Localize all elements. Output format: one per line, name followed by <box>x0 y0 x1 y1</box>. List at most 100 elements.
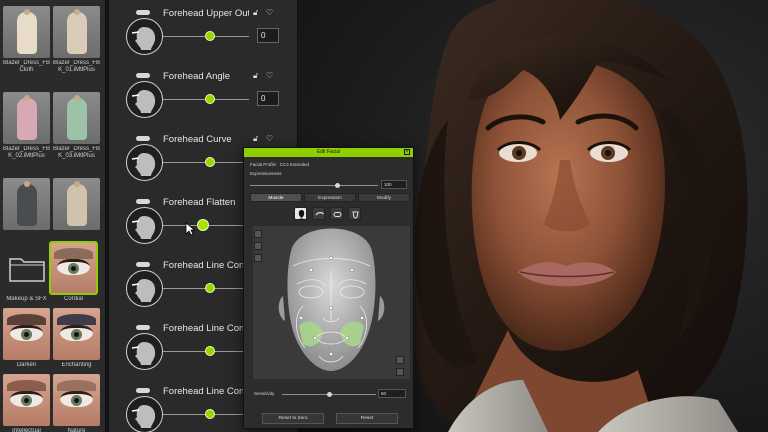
close-button[interactable]: × <box>404 149 410 155</box>
head-profile-icon <box>126 207 163 244</box>
dialog-title: Edit Facial <box>316 149 341 155</box>
library-item[interactable]: Intellectual <box>3 374 50 432</box>
sensitivity-value-input[interactable]: 50 <box>378 389 406 398</box>
expressiveness-slider-knob[interactable] <box>334 183 340 188</box>
library-item[interactable]: Nature <box>53 374 100 432</box>
library-item[interactable]: Cordial <box>49 241 98 303</box>
head-profile-icon <box>126 144 163 181</box>
library-item-label: Nature <box>67 428 86 432</box>
library-item-label: Intellectual <box>12 428 41 432</box>
tab-muscle[interactable]: Muscle <box>250 193 302 202</box>
reset-button[interactable]: Reset <box>336 413 398 424</box>
favorite-heart-icon[interactable]: ♡ <box>266 134 273 143</box>
morph-slider-knob[interactable] <box>197 219 210 231</box>
item-thumbnail <box>53 308 100 360</box>
library-item[interactable]: Blazer_Dress_FB_2 K_02.iMtlPlus <box>3 92 50 160</box>
morph-badge <box>136 136 150 141</box>
dress-preview-icon <box>17 95 37 140</box>
eye-preview-icon <box>57 259 90 275</box>
expressiveness-value-input[interactable]: 100 <box>381 180 407 189</box>
head-mode-button[interactable] <box>294 207 307 220</box>
morph-slider-row: Forehead Upper Oute 🔓︎ ♡ 0 <box>109 4 297 67</box>
lock-icon[interactable]: 🔓︎ <box>253 8 258 18</box>
library-item[interactable]: Blazer_Dress_FB K_03.iMtlPlus <box>53 92 100 160</box>
lock-icon[interactable]: 🔓︎ <box>253 71 258 81</box>
morph-badge <box>136 199 150 204</box>
side-tool-mirror[interactable] <box>254 242 262 250</box>
morph-slider-knob[interactable] <box>205 31 216 41</box>
library-item-label: Darken <box>16 362 37 368</box>
eye-preview-icon <box>10 325 43 341</box>
reset-to-zero-button[interactable]: Reset to Zero <box>262 413 324 424</box>
teeth-mode-button[interactable] <box>330 207 343 220</box>
sensitivity-label: Sensitivity <box>254 391 275 396</box>
side-tool-reset-view[interactable] <box>254 254 262 262</box>
morph-slider-knob[interactable] <box>205 346 216 356</box>
morph-label: Forehead Upper Oute <box>163 8 249 19</box>
morph-label: Forehead Flatten <box>163 197 236 208</box>
morph-slider-knob[interactable] <box>205 409 216 419</box>
library-item-label: Cordial <box>63 296 83 302</box>
favorite-heart-icon[interactable]: ♡ <box>266 8 273 17</box>
library-item[interactable] <box>53 178 100 232</box>
library-item-label: Blazer_Dress_FB_2 K_02.iMtlPlus <box>3 146 50 159</box>
item-thumbnail <box>3 374 50 426</box>
muscle-head-diagram[interactable] <box>253 226 410 379</box>
brow-mode-button[interactable] <box>312 207 325 220</box>
sensitivity-slider-knob[interactable] <box>326 392 332 397</box>
library-item[interactable]: Enchanting <box>53 308 100 369</box>
eye-preview-icon <box>60 391 93 407</box>
item-thumbnail <box>3 308 50 360</box>
morph-badge <box>136 388 150 393</box>
expressiveness-label: Expressiveness <box>250 171 282 176</box>
item-thumbnail <box>53 6 100 58</box>
library-item[interactable] <box>3 178 50 232</box>
morph-label: Forehead Line Conto <box>163 260 249 271</box>
morph-value-input[interactable]: 0 <box>257 91 279 106</box>
library-item[interactable]: Makeup & SFX <box>3 242 50 303</box>
library-item[interactable]: Blazer_Dress_FB.cc Cloth <box>3 6 50 74</box>
library-item[interactable]: Darken <box>3 308 50 369</box>
edit-facial-dialog: Edit Facial × Facial Profile : CC4 Exten… <box>243 147 414 429</box>
morph-badge <box>136 262 150 267</box>
head-profile-icon <box>126 396 163 432</box>
expressiveness-slider[interactable] <box>250 185 378 186</box>
item-thumbnail <box>3 92 50 144</box>
tab-expression[interactable]: Expression <box>304 193 356 202</box>
dialog-titlebar[interactable]: Edit Facial × <box>244 148 413 157</box>
zoom-in-button[interactable] <box>396 356 404 364</box>
brow-icon <box>315 212 324 216</box>
morph-slider-knob[interactable] <box>205 157 216 167</box>
tab-modify[interactable]: Modify <box>358 193 410 202</box>
morph-slider-knob[interactable] <box>205 283 216 293</box>
eyeshadow-preview <box>57 314 96 325</box>
morph-label: Forehead Line Conto <box>163 386 249 397</box>
favorite-heart-icon[interactable]: ♡ <box>266 71 273 80</box>
library-item-label: Makeup & SFX <box>6 296 47 302</box>
head-profile-icon <box>126 270 163 307</box>
zoom-out-button[interactable] <box>396 368 404 376</box>
dress-preview-icon <box>67 95 87 140</box>
dress-preview-icon <box>67 181 87 226</box>
eyeshadow-preview <box>7 380 46 391</box>
head-profile-icon <box>126 333 163 370</box>
head-profile-icon <box>126 81 163 118</box>
item-thumbnail <box>53 374 100 426</box>
morph-badge <box>136 325 150 330</box>
morph-value-input[interactable]: 0 <box>257 28 279 43</box>
lock-icon[interactable]: 🔓︎ <box>253 134 258 144</box>
side-tool-pick[interactable] <box>254 230 262 238</box>
eyeshadow-preview <box>7 314 46 325</box>
tongue-mode-button[interactable] <box>348 207 361 220</box>
folder-thumbnail <box>3 242 50 294</box>
library-item[interactable]: Blazer_Dress_FB K_01.iMtlPlus <box>53 6 100 74</box>
library-item-label: Enchanting <box>61 362 92 368</box>
arrow-cursor-icon <box>185 222 196 236</box>
item-thumbnail <box>3 6 50 58</box>
morph-label: Forehead Curve <box>163 134 232 145</box>
morph-slider-knob[interactable] <box>205 94 216 104</box>
dress-preview-icon <box>67 9 87 54</box>
item-thumbnail <box>53 92 100 144</box>
dress-preview-icon <box>17 181 37 226</box>
muscle-edit-canvas[interactable] <box>253 226 410 379</box>
